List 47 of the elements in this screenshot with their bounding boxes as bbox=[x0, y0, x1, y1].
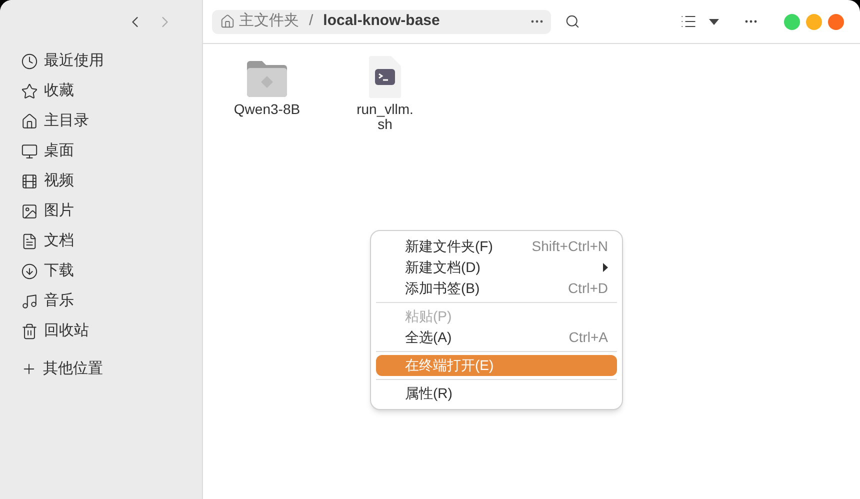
shortcut-label: Ctrl+D bbox=[568, 279, 608, 298]
menu-button[interactable] bbox=[745, 20, 757, 23]
home-icon bbox=[21, 112, 38, 130]
document-icon bbox=[21, 232, 38, 250]
view-options-button[interactable] bbox=[709, 18, 719, 24]
sidebar-item[interactable]: 图片 bbox=[0, 196, 202, 226]
sidebar-item[interactable]: 下载 bbox=[0, 256, 202, 286]
sidebar-item[interactable]: 收藏 bbox=[0, 76, 202, 106]
monitor-icon bbox=[21, 142, 38, 160]
plus-icon bbox=[21, 361, 37, 377]
path-separator: / bbox=[309, 11, 314, 32]
shortcut-label: Shift+Ctrl+N bbox=[532, 237, 608, 256]
clock-icon bbox=[21, 52, 38, 70]
more-button[interactable] bbox=[531, 20, 543, 23]
dropdown-caret-icon bbox=[709, 18, 719, 24]
shortcut-label: Ctrl+A bbox=[568, 328, 608, 347]
sidebar-item[interactable]: 回收站 bbox=[0, 316, 202, 346]
sidebar-item[interactable]: 最近使用 bbox=[0, 46, 202, 76]
menu-item[interactable]: 新建文档(D) bbox=[376, 257, 617, 278]
menu-item[interactable]: 属性(R) bbox=[376, 383, 617, 404]
file-item[interactable]: Qwen3-8B bbox=[227, 54, 307, 132]
menu-item[interactable]: 添加书签(B) Ctrl+D bbox=[376, 278, 617, 299]
file-item[interactable]: run_vllm. sh bbox=[345, 54, 425, 132]
folder-icon bbox=[245, 60, 289, 98]
home-icon bbox=[220, 14, 235, 29]
trash-icon bbox=[21, 322, 38, 340]
sidebar-item[interactable]: 文档 bbox=[0, 226, 202, 256]
path-button[interactable]: local-know-base bbox=[323, 10, 440, 33]
star-icon bbox=[21, 82, 38, 100]
music-icon bbox=[21, 292, 38, 310]
download-icon bbox=[21, 262, 38, 280]
sidebar-item[interactable]: 音乐 bbox=[0, 286, 202, 316]
menu-item[interactable]: 新建文件夹(F) Shift+Ctrl+N bbox=[376, 236, 617, 257]
more-icon bbox=[745, 20, 757, 23]
search-button[interactable] bbox=[565, 14, 580, 29]
close-button[interactable] bbox=[828, 14, 844, 30]
sidebar-item[interactable]: 主目录 bbox=[0, 106, 202, 136]
more-icon bbox=[531, 20, 543, 23]
film-icon bbox=[21, 172, 38, 190]
image-icon bbox=[21, 202, 38, 220]
sidebar-item[interactable]: 其他位置 bbox=[0, 354, 202, 384]
sidebar-item[interactable]: 桌面 bbox=[0, 136, 202, 166]
sidebar-item[interactable]: 视频 bbox=[0, 166, 202, 196]
search-icon bbox=[565, 14, 580, 29]
script-file-icon bbox=[368, 56, 402, 98]
menu-item[interactable]: 全选(A) Ctrl+A bbox=[376, 327, 617, 348]
path-button[interactable]: 主文件夹 bbox=[220, 10, 299, 33]
